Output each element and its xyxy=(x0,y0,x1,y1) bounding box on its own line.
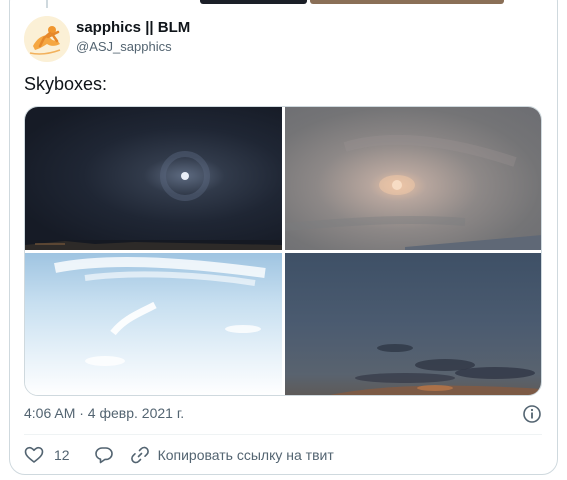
avatar[interactable] xyxy=(24,16,70,62)
media-image-dusk-sky[interactable] xyxy=(285,253,541,395)
link-icon xyxy=(130,446,149,464)
thread-connector-line xyxy=(46,0,48,8)
author-name[interactable]: sapphics || BLM xyxy=(76,19,190,36)
copy-link-button[interactable]: Копировать ссылку на твит xyxy=(130,445,334,465)
tweet-timestamp[interactable]: 4:06 AM · 4 февр. 2021 г. xyxy=(24,405,184,421)
reply-button[interactable] xyxy=(94,445,114,465)
divider xyxy=(24,434,542,435)
media-image-overcast-sky[interactable] xyxy=(284,107,541,250)
info-icon[interactable] xyxy=(522,404,542,424)
avatar-figure-icon xyxy=(24,16,70,62)
media-image-dark-night-sky[interactable] xyxy=(25,107,282,250)
media-grid xyxy=(24,106,542,396)
like-button[interactable]: 12 xyxy=(24,445,94,465)
tweet-text: Skyboxes: xyxy=(24,74,108,94)
media-image-blue-sky[interactable] xyxy=(25,253,282,395)
heart-icon xyxy=(24,446,44,463)
previous-tweet-media[interactable] xyxy=(310,0,504,4)
like-count: 12 xyxy=(54,447,70,463)
copy-link-label: Копировать ссылку на твит xyxy=(157,447,334,463)
previous-tweet-media[interactable] xyxy=(200,0,307,4)
author-handle[interactable]: @ASJ_sapphics xyxy=(76,39,172,54)
tweet-actions: 12 Копировать ссылку на твит xyxy=(24,444,334,466)
reply-icon xyxy=(94,447,113,464)
